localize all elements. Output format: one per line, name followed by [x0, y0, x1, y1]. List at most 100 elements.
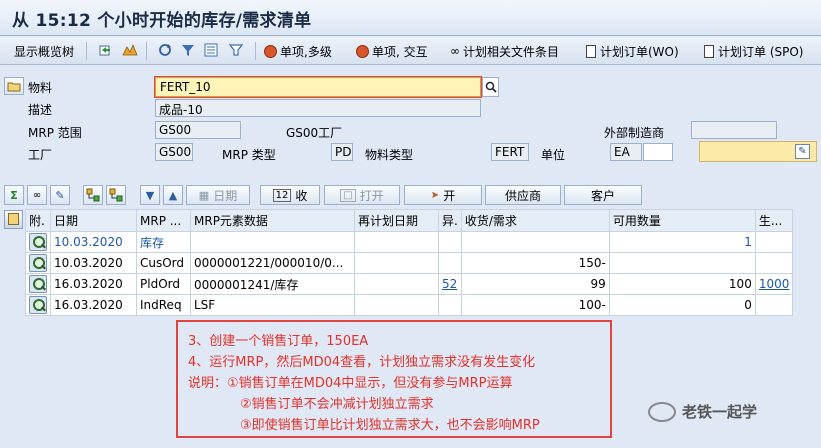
column-header-production[interactable]: 生... [754, 209, 794, 232]
available-qty-cell [608, 252, 756, 274]
table-row[interactable]: 10.03.2020 库存 1 [25, 231, 794, 253]
production-cell [754, 231, 794, 253]
single-item-interactive-button[interactable]: 单项, 交互 [356, 41, 428, 61]
planned-order-spo-button[interactable]: 计划订单 (SPO) [704, 41, 803, 61]
mrp-element-cell: IndReq [136, 294, 191, 316]
exception-link[interactable]: 52 [438, 273, 462, 295]
table-row[interactable]: 10.03.2020 CusOrd 0000001221/000010/0...… [25, 252, 794, 274]
column-header-date[interactable]: 日期 [50, 209, 137, 232]
unit-extra-field[interactable] [643, 143, 673, 161]
row-detail-cell[interactable] [25, 294, 51, 316]
application-toolbar: 显示概览树 单项,多级 单项, 交互 ∞ 计划相关文件条目 计划订单(WO) 计… [0, 37, 821, 65]
mrp-element-data-cell: LSF [190, 294, 355, 316]
search-icon[interactable] [482, 77, 499, 97]
sort-down-icon[interactable]: ▼ [140, 185, 160, 205]
available-qty-cell: 100 [608, 273, 756, 295]
collapse-tree-icon[interactable] [106, 185, 126, 205]
toolbar-separator [255, 42, 256, 60]
open-button[interactable]: □ 打开 [324, 185, 400, 205]
production-cell [754, 252, 794, 274]
column-header-attachment[interactable]: 附. [25, 209, 51, 232]
planning-file-entry-label: 计划相关文件条目 [463, 44, 560, 59]
date-cell: 16.03.2020 [50, 294, 137, 316]
material-input[interactable]: FERT_10 [154, 76, 482, 98]
row-selector-header[interactable] [4, 210, 23, 229]
folder-icon[interactable] [4, 77, 24, 95]
mrp-element-data-cell [190, 231, 355, 253]
mrp-element-cell: 库存 [136, 231, 191, 253]
planned-order-wo-button[interactable]: 计划订单(WO) [586, 41, 679, 61]
notes-field[interactable]: ✎ [699, 141, 817, 162]
plant-field: GS00 [155, 143, 193, 161]
row-detail-cell[interactable] [25, 273, 51, 295]
exception-cell [438, 231, 462, 253]
customer-button[interactable]: 客户 [564, 185, 642, 205]
magnifier-icon[interactable] [29, 233, 47, 251]
document-icon [586, 44, 596, 58]
single-item-interactive-label: 单项, 交互 [372, 44, 428, 59]
filter-icon[interactable] [180, 42, 196, 58]
table-row[interactable]: 16.03.2020 IndReq LSF 100- 0 [25, 294, 794, 316]
glasses-icon: ∞ [450, 44, 460, 58]
select-layout-icon[interactable] [203, 42, 219, 58]
mrp-area-description: GS00工厂 [286, 126, 343, 140]
save-layout-icon[interactable] [228, 42, 244, 58]
description-field: 成品-10 [155, 99, 481, 117]
exception-cell [438, 294, 462, 316]
column-header-reschedule-date[interactable]: 再计划日期 [354, 209, 439, 232]
planning-file-entry-button[interactable]: ∞ 计划相关文件条目 [450, 41, 559, 61]
mrp-element-data-cell: 0000001241/库存 [190, 273, 355, 295]
document-icon [704, 44, 714, 58]
glasses-icon[interactable]: ∞ [27, 185, 47, 205]
on-button[interactable]: ➤ 开 [404, 185, 482, 205]
sort-up-icon[interactable]: ▲ [163, 185, 183, 205]
pencil-icon[interactable]: ✎ [50, 185, 70, 205]
mrp-type-label: MRP 类型 [222, 148, 276, 162]
row-detail-cell[interactable] [25, 252, 51, 274]
page-title: 从 15:12 个小时开始的库存/需求清单 [12, 11, 312, 31]
open-icon: □ [340, 188, 356, 202]
available-qty-cell: 0 [608, 294, 756, 316]
row-detail-cell[interactable] [25, 231, 51, 253]
annotation-line-5: ③即使销售订单比计划独立需求大，也不会影响MRP [240, 418, 540, 433]
plant-label: 工厂 [28, 148, 53, 162]
sum-icon[interactable]: Σ [4, 185, 24, 205]
edit-pencil-icon[interactable]: ✎ [795, 144, 810, 159]
reschedule-date-cell [354, 294, 439, 316]
vendor-button[interactable]: 供应商 [485, 185, 561, 205]
arrow-icon: ➤ [430, 189, 440, 201]
expand-tree-icon[interactable] [83, 185, 103, 205]
interactive-icon [356, 44, 369, 58]
magnifier-icon[interactable] [29, 254, 47, 272]
mrp-area-label: MRP 范围 [28, 126, 82, 140]
receipt-requirement-cell [460, 231, 610, 253]
magnifier-icon[interactable] [29, 275, 47, 293]
column-header-exception[interactable]: 异. [438, 209, 462, 232]
unit-field: EA [610, 143, 642, 161]
column-header-mrp-element[interactable]: MRP ... [136, 209, 191, 232]
column-header-mrp-element-data[interactable]: MRP元素数据 [190, 209, 355, 232]
magnifier-icon[interactable] [29, 296, 47, 314]
column-header-receipt-requirement[interactable]: 收货/需求 [460, 209, 610, 232]
single-item-multilevel-button[interactable]: 单项,多级 [264, 41, 332, 61]
mrp-elements-table: 附. 日期 MRP ... MRP元素数据 再计划日期 异. 收货/需求 可用数… [25, 209, 794, 316]
receipts-button[interactable]: 12 收 [260, 185, 320, 205]
production-link[interactable]: 1000 [754, 273, 794, 295]
annotation-line-3: 说明：①销售订单在MD04中显示，但没有参与MRP运算 [188, 376, 513, 391]
select-all-icon [8, 213, 19, 225]
date-button[interactable]: ▦ 日期 [186, 185, 250, 205]
column-header-available-qty[interactable]: 可用数量 [608, 209, 756, 232]
calendar-icon: ▦ [198, 188, 210, 202]
annotation-line-2: 4、运行MRP，然后MD04查看，计划独立需求没有发生变化 [188, 355, 536, 370]
mrp-element-cell: PldOrd [136, 273, 191, 295]
available-qty-cell: 1 [608, 231, 756, 253]
date-cell: 10.03.2020 [50, 252, 137, 274]
graphic-icon[interactable] [122, 42, 138, 58]
display-overview-tree-button[interactable]: 显示概览树 [14, 41, 74, 61]
production-cell [754, 294, 794, 316]
refresh-icon[interactable] [157, 42, 173, 58]
single-item-multilevel-label: 单项,多级 [280, 44, 332, 59]
back-arrow-icon[interactable] [98, 42, 114, 58]
table-row[interactable]: 16.03.2020 PldOrd 0000001241/库存 52 99 10… [25, 273, 794, 295]
planned-order-spo-label: 计划订单 (SPO) [718, 44, 804, 59]
